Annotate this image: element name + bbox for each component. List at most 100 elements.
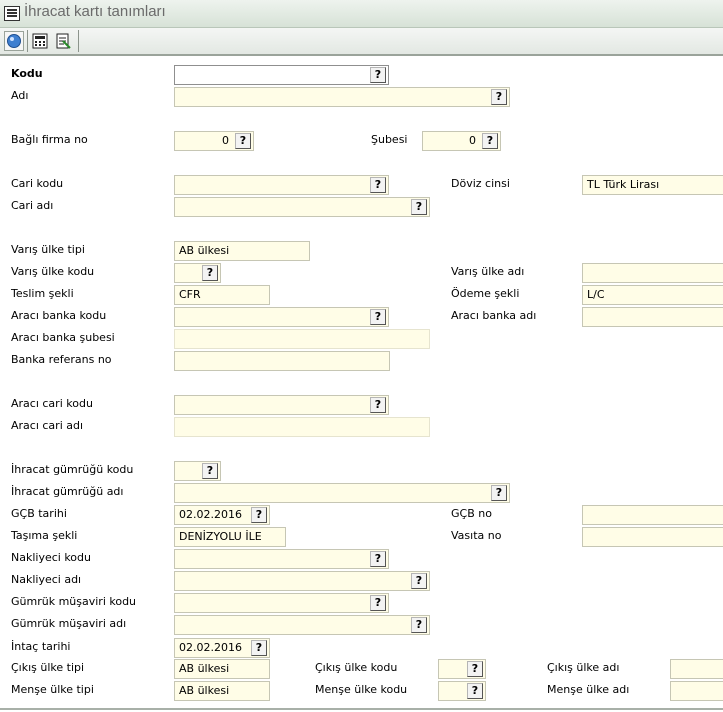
vasita-no-input[interactable] [582,527,723,547]
mense-ulke-tipi-label: Menşe ülke tipi [11,683,94,696]
odeme-sekli-label: Ödeme şekli [451,287,520,300]
araci-banka-adi-input[interactable] [582,307,723,327]
kodu-label: Kodu [11,67,43,80]
subesi-input[interactable]: 0 ? [422,131,501,151]
gumruk-musaviri-kodu-input[interactable]: ? [174,593,389,613]
ihracat-gumrugu-adi-input[interactable]: ? [174,483,510,503]
nakliyeci-adi-label: Nakliyeci adı [11,573,82,586]
doviz-cinsi-select[interactable]: TL Türk Lirası [582,175,723,195]
gcb-no-label: GÇB no [451,507,492,520]
cari-kodu-input[interactable]: ? [174,175,389,195]
ihracat-gumrugu-kodu-input[interactable]: ? [174,461,221,481]
report-icon [56,33,71,49]
intac-tarihi-label: İntaç tarihi [11,640,71,653]
mense-ulke-kodu-input[interactable]: ? [438,681,486,701]
araci-banka-kodu-input[interactable]: ? [174,307,389,327]
odeme-sekli-select[interactable]: L/C [582,285,723,305]
gcb-tarihi-label: GÇB tarihi [11,507,67,520]
gumruk-musaviri-adi-label: Gümrük müşaviri adı [11,617,127,630]
nakliyeci-kodu-input[interactable]: ? [174,549,389,569]
subesi-lookup-button[interactable]: ? [482,133,498,149]
gcb-no-input[interactable] [582,505,723,525]
calculator-icon [32,33,48,49]
nakliyeci-kodu-label: Nakliyeci kodu [11,551,91,564]
cikis-ulke-adi-label: Çıkış ülke adı [547,661,620,674]
mense-ulke-kodu-lookup-button[interactable]: ? [467,683,483,699]
doviz-cinsi-label: Döviz cinsi [451,177,510,190]
cari-adi-input[interactable]: ? [174,197,430,217]
mense-ulke-tipi-select[interactable]: AB ülkesi [174,681,270,701]
cikis-ulke-tipi-label: Çıkış ülke tipi [11,661,85,674]
gcb-tarihi-input[interactable]: 02.02.2016 ? [174,505,270,525]
window-title: İhracat kartı tanımları [24,3,166,20]
araci-cari-kodu-input[interactable]: ? [174,395,389,415]
ihracat-gumrugu-kodu-lookup-button[interactable]: ? [202,463,218,479]
araci-cari-adi-label: Aracı cari adı [11,419,84,432]
gumruk-musaviri-kodu-label: Gümrük müşaviri kodu [11,595,137,608]
varis-ulke-tipi-label: Varış ülke tipi [11,243,85,256]
adi-label: Adı [11,89,29,102]
adi-input[interactable]: ? [174,87,510,107]
gumruk-musaviri-kodu-lookup-button[interactable]: ? [370,595,386,611]
varis-ulke-kodu-label: Varış ülke kodu [11,265,95,278]
mense-ulke-kodu-label: Menşe ülke kodu [315,683,408,696]
title-bar: İhracat kartı tanımları [0,0,723,28]
ihracat-gumrugu-adi-label: İhracat gümrüğü adı [11,485,124,498]
adi-lookup-button[interactable]: ? [491,89,507,105]
banka-referans-no-label: Banka referans no [11,353,112,366]
help-icon [7,34,21,48]
cari-kodu-lookup-button[interactable]: ? [370,177,386,193]
teslim-sekli-label: Teslim şekli [11,287,74,300]
araci-banka-kodu-label: Aracı banka kodu [11,309,107,322]
cikis-ulke-kodu-label: Çıkış ülke kodu [315,661,398,674]
araci-banka-subesi-label: Aracı banka şubesi [11,331,115,344]
cikis-ulke-tipi-select[interactable]: AB ülkesi [174,659,270,679]
bagli-firma-no-input[interactable]: 0 ? [174,131,254,151]
ihracat-gumrugu-adi-lookup-button[interactable]: ? [491,485,507,501]
intac-tarihi-input[interactable]: 02.02.2016 ? [174,638,270,658]
bagli-firma-no-label: Bağlı firma no [11,133,88,146]
tasima-sekli-label: Taşıma şekli [11,529,78,542]
calculator-button[interactable] [30,31,50,51]
cikis-ulke-kodu-input[interactable]: ? [438,659,486,679]
teslim-sekli-select[interactable]: CFR [174,285,270,305]
kodu-lookup-button[interactable]: ? [370,67,386,83]
nakliyeci-adi-lookup-button[interactable]: ? [411,573,427,589]
bottom-divider [0,708,723,710]
kodu-input[interactable]: ? [174,65,389,85]
bagli-firma-no-lookup-button[interactable]: ? [235,133,251,149]
araci-cari-kodu-lookup-button[interactable]: ? [370,397,386,413]
gumruk-musaviri-adi-lookup-button[interactable]: ? [411,617,427,633]
araci-banka-kodu-lookup-button[interactable]: ? [370,309,386,325]
gumruk-musaviri-adi-input[interactable]: ? [174,615,430,635]
mense-ulke-adi-input[interactable] [670,681,723,701]
varis-ulke-adi-input[interactable] [582,263,723,283]
araci-cari-kodu-label: Aracı cari kodu [11,397,93,410]
varis-ulke-adi-label: Varış ülke adı [451,265,525,278]
mense-ulke-adi-label: Menşe ülke adı [547,683,630,696]
ihracat-gumrugu-kodu-label: İhracat gümrüğü kodu [11,463,134,476]
banka-referans-no-input[interactable] [174,351,390,371]
report-button[interactable] [53,31,73,51]
cari-adi-label: Cari adı [11,199,54,212]
varis-ulke-tipi-select[interactable]: AB ülkesi [174,241,310,261]
nakliyeci-adi-input[interactable]: ? [174,571,430,591]
araci-cari-adi-input[interactable] [174,417,430,437]
help-button[interactable] [4,31,24,51]
varis-ulke-kodu-input[interactable]: ? [174,263,221,283]
cikis-ulke-kodu-lookup-button[interactable]: ? [467,661,483,677]
form-icon [4,6,20,21]
varis-ulke-kodu-lookup-button[interactable]: ? [202,265,218,281]
araci-banka-adi-label: Aracı banka adı [451,309,537,322]
vasita-no-label: Vasıta no [451,529,502,542]
araci-banka-subesi-input[interactable] [174,329,430,349]
gcb-tarihi-calendar-button[interactable]: ? [251,507,267,523]
cikis-ulke-adi-input[interactable] [670,659,723,679]
nakliyeci-kodu-lookup-button[interactable]: ? [370,551,386,567]
toolbar [0,28,723,56]
cari-adi-lookup-button[interactable]: ? [411,199,427,215]
tasima-sekli-select[interactable]: DENİZYOLU İLE [174,527,286,547]
subesi-label: Şubesi [371,133,408,146]
intac-tarihi-calendar-button[interactable]: ? [251,640,267,656]
cari-kodu-label: Cari kodu [11,177,64,190]
